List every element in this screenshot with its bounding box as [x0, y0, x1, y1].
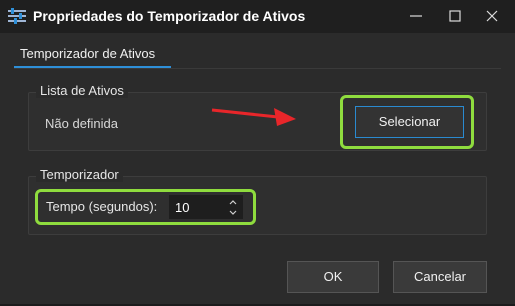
- tab-label: Temporizador de Ativos: [20, 46, 156, 61]
- asset-list-status: Não definida: [45, 116, 118, 131]
- close-icon[interactable]: [478, 4, 506, 28]
- seconds-spinbox[interactable]: 10: [169, 195, 243, 219]
- timer-field-label: Tempo (segundos):: [46, 199, 158, 214]
- sliders-icon: [8, 8, 26, 24]
- tab-divider: [14, 68, 501, 69]
- cancel-button[interactable]: Cancelar: [393, 261, 487, 293]
- window-title: Propriedades do Temporizador de Ativos: [33, 8, 306, 24]
- chevron-up-icon[interactable]: [228, 198, 238, 207]
- minimize-icon[interactable]: [402, 4, 430, 28]
- seconds-value[interactable]: 10: [175, 200, 189, 215]
- asset-list-group-title: Lista de Ativos: [36, 83, 128, 98]
- select-button[interactable]: Selecionar: [355, 106, 464, 138]
- red-arrow-icon: [211, 108, 296, 126]
- tab-asset-timer[interactable]: Temporizador de Ativos: [14, 42, 171, 68]
- maximize-icon[interactable]: [441, 4, 469, 28]
- timer-group-title: Temporizador: [36, 167, 123, 182]
- ok-button[interactable]: OK: [287, 261, 379, 293]
- title-bar: Propriedades do Temporizador de Ativos: [0, 0, 515, 33]
- chevron-down-icon[interactable]: [228, 208, 238, 217]
